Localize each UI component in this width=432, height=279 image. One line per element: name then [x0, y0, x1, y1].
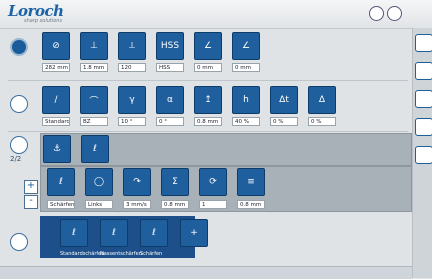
row4-values: Schärfen Links 3 mm/s 0.8 mm 1 0.8 mm [47, 200, 265, 209]
direction-tile[interactable]: ◯ [85, 168, 113, 196]
row2-icon[interactable] [10, 95, 28, 113]
diameter-value[interactable]: 282 mm [42, 63, 70, 72]
row3-tiles: ⚓ ℓ [43, 135, 109, 163]
angle-value-2[interactable]: 0 mm [232, 63, 260, 72]
mode-tile[interactable]: ℓ [47, 168, 75, 196]
separator [8, 131, 408, 132]
speed-tile[interactable]: ↷ [123, 168, 151, 196]
angle-value-1[interactable]: 0 mm [194, 63, 222, 72]
separator [8, 80, 408, 81]
row1-icon[interactable] [10, 38, 28, 56]
delta-t-tile[interactable]: Δt [270, 86, 298, 114]
row2-tiles: / ⌒ γ α ↥ h Δt Δ [42, 86, 336, 114]
header: Loroch sharp solutions [0, 0, 432, 29]
height-tile[interactable]: ↥ [194, 86, 222, 114]
right-button-1[interactable] [415, 34, 432, 52]
right-button-2[interactable] [415, 62, 432, 80]
tool-tile[interactable]: ⚓ [43, 135, 71, 163]
teeth-value[interactable]: 120 [118, 63, 146, 72]
row3-icon[interactable] [10, 136, 28, 154]
profile-tile[interactable]: / [42, 86, 70, 114]
gamma-value[interactable]: 10 ° [118, 117, 146, 126]
angle-tile-1[interactable]: ∠ [194, 32, 222, 60]
right-button-5[interactable] [415, 146, 432, 164]
row1-tiles: ⊘ ⊥ ⟂ HSS ∠ ∠ [42, 32, 260, 60]
teeth-tile[interactable]: ⟂ [118, 32, 146, 60]
standard-grind-label: Standardschärfen [60, 251, 105, 257]
sum-value[interactable]: 0.8 mm [161, 200, 189, 209]
row4-tiles: ℓ ◯ ↷ Σ ⟳ ≡ [47, 168, 265, 196]
h-tile[interactable]: h [232, 86, 260, 114]
right-button-3[interactable] [415, 90, 432, 108]
right-button-4[interactable] [415, 118, 432, 136]
row5-tiles: ℓ ℓ ℓ + [60, 219, 208, 247]
delta-tile[interactable]: Δ [308, 86, 336, 114]
row2-values: Standard BZ 10 ° 0 ° 0.8 mm 40 % 0 % 0 % [42, 117, 336, 126]
plus-button[interactable]: + [24, 180, 38, 194]
thickness-tile[interactable]: ⊥ [80, 32, 108, 60]
top-icons [369, 6, 402, 21]
row1-values: 282 mm 1.8 mm 120 HSS 0 mm 0 mm [42, 63, 260, 72]
material-value[interactable]: HSS [156, 63, 184, 72]
height-value[interactable]: 0.8 mm [194, 117, 222, 126]
wet-grind-label: Nassentschärfen [100, 251, 142, 257]
sum-tile[interactable]: Σ [161, 168, 189, 196]
thickness-value[interactable]: 1.8 mm [80, 63, 108, 72]
material-tile[interactable]: HSS [156, 32, 184, 60]
cycle-value[interactable]: 1 [199, 200, 227, 209]
row5-icon[interactable] [10, 233, 28, 251]
add-tile[interactable]: + [180, 219, 208, 247]
shape-value[interactable]: BZ [80, 117, 108, 126]
cycle-tile[interactable]: ⟳ [199, 168, 227, 196]
delta-value[interactable]: 0 % [308, 117, 336, 126]
bottom-bar [0, 266, 412, 279]
diameter-tile[interactable]: ⊘ [42, 32, 70, 60]
direction-value[interactable]: Links [85, 200, 113, 209]
alpha-value[interactable]: 0 ° [156, 117, 184, 126]
standard-grind-tile[interactable]: ℓ [60, 219, 88, 247]
shape-tile[interactable]: ⌒ [80, 86, 108, 114]
page-counter: 2/2 [10, 155, 22, 163]
h-value[interactable]: 40 % [232, 117, 260, 126]
alpha-tile[interactable]: α [156, 86, 184, 114]
delta-t-value[interactable]: 0 % [270, 117, 298, 126]
gamma-tile[interactable]: γ [118, 86, 146, 114]
grind-label: Schärfen [140, 251, 163, 257]
feed-tile[interactable]: ≡ [237, 168, 265, 196]
grind-tile[interactable]: ℓ [81, 135, 109, 163]
mode-value[interactable]: Schärfen [47, 200, 75, 209]
profile-value[interactable]: Standard [42, 117, 70, 126]
status-icon[interactable] [387, 6, 402, 21]
settings-icon[interactable] [369, 6, 384, 21]
minus-button[interactable]: - [24, 195, 38, 209]
wet-grind-tile[interactable]: ℓ [100, 219, 128, 247]
speed-value[interactable]: 3 mm/s [123, 200, 151, 209]
grind-selected-tile[interactable]: ℓ [140, 219, 168, 247]
row5-labels: Standardschärfen Nassentschärfen Schärfe… [60, 251, 168, 257]
right-toolbar [412, 28, 432, 278]
tagline: sharp solutions [24, 18, 63, 24]
angle-tile-2[interactable]: ∠ [232, 32, 260, 60]
feed-value[interactable]: 0.8 mm [237, 200, 265, 209]
